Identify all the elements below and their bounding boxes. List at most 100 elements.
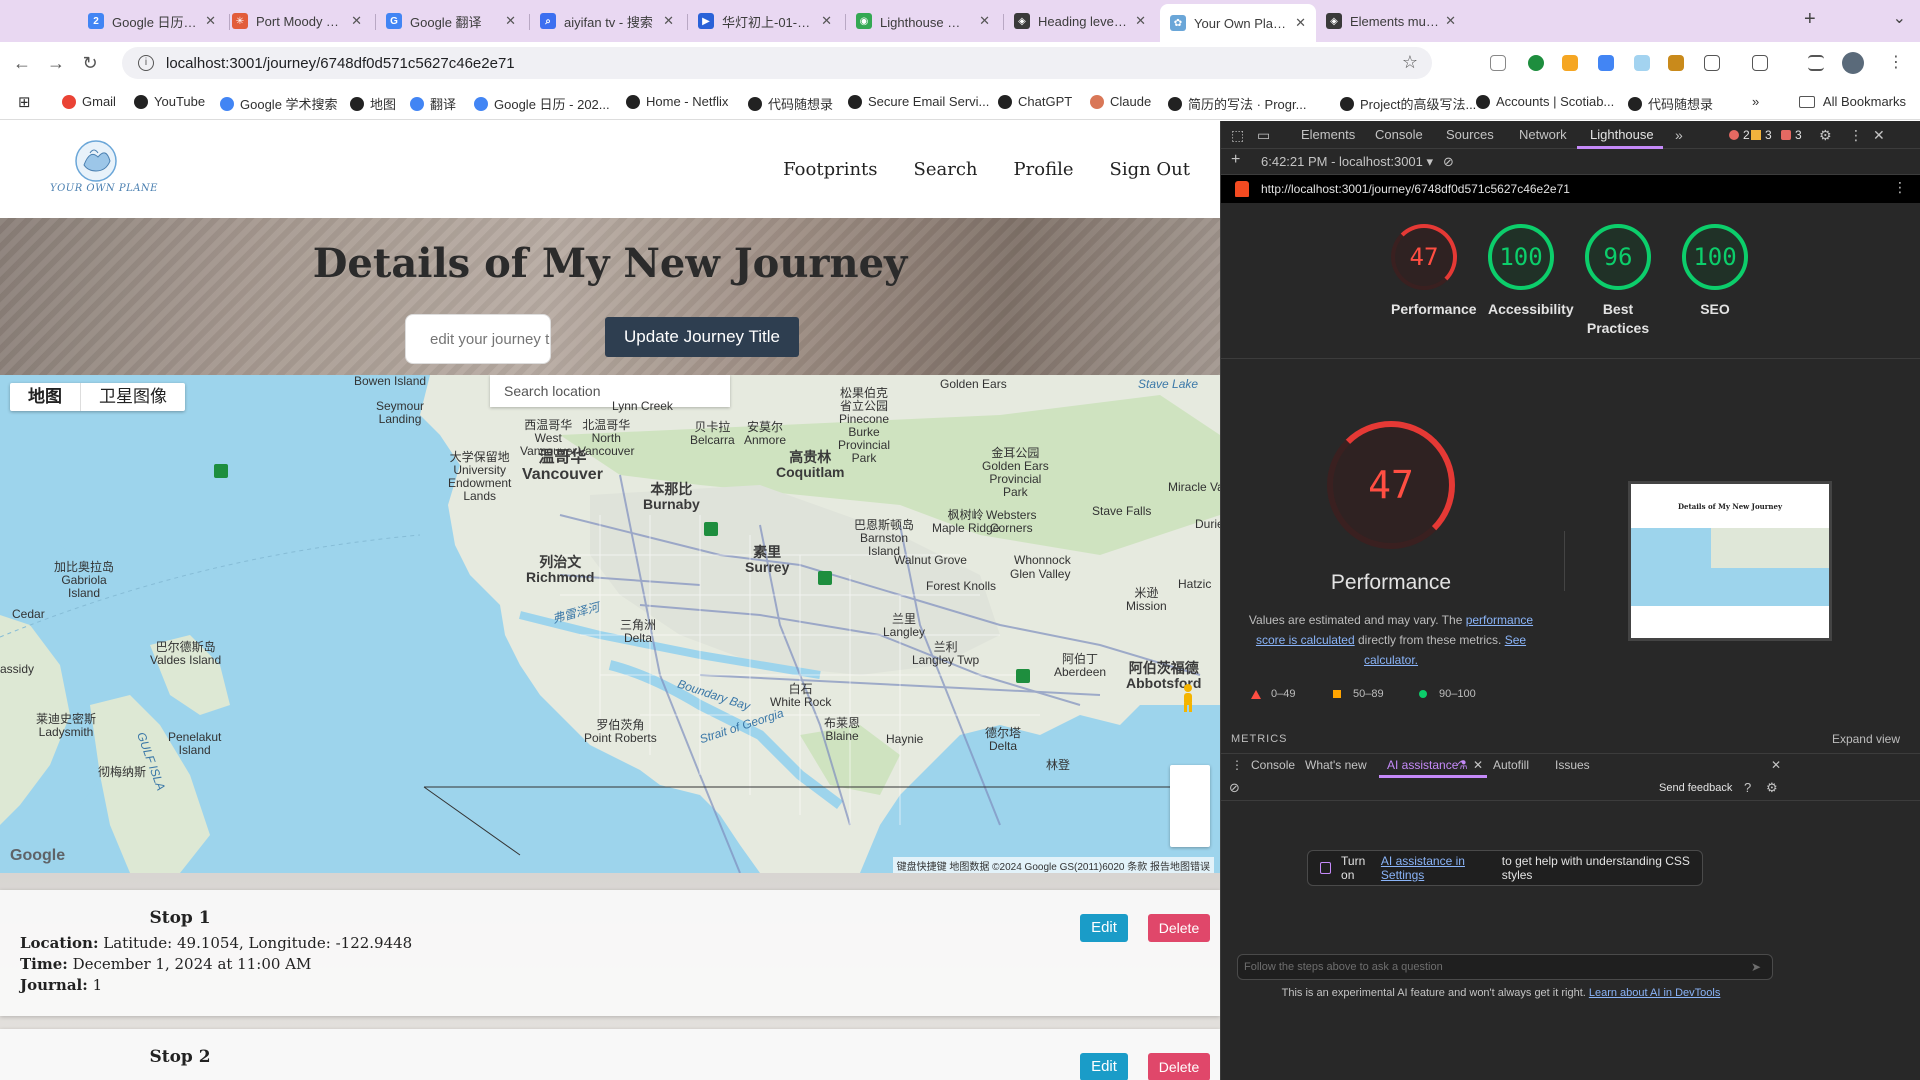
map-place-label[interactable]: Seymour Landing — [376, 400, 424, 426]
extension-icon[interactable] — [1668, 55, 1684, 71]
expand-view-button[interactable]: Expand view — [1832, 732, 1900, 746]
ai-question-input[interactable]: Follow the steps above to ask a question — [1237, 954, 1773, 980]
devtools-tab-sources[interactable]: Sources — [1446, 127, 1494, 142]
map-place-label[interactable]: 罗伯茨角 Point Roberts — [584, 719, 657, 745]
map-search-input[interactable]: Search location — [490, 375, 730, 407]
nav-search-link[interactable]: Search — [914, 159, 978, 180]
browser-menu-icon[interactable]: ⋮ — [1884, 51, 1908, 75]
map-place-label[interactable]: 德尔塔 Delta — [985, 727, 1021, 753]
best-practices-score-gauge[interactable]: 96 Best Practices — [1585, 224, 1651, 338]
map-place-label[interactable]: 列治文 Richmond — [526, 555, 594, 585]
bookmark-item[interactable]: 代码随想录 — [1628, 94, 1713, 113]
browser-tab[interactable]: ✿ Your Own Planet ✕ — [1160, 4, 1316, 42]
journey-title-input[interactable] — [405, 314, 551, 364]
close-tab-icon[interactable]: ✕ — [663, 13, 674, 29]
extensions-puzzle-icon[interactable] — [1704, 55, 1720, 71]
ai-settings-gear-icon[interactable]: ⚙ — [1766, 780, 1778, 796]
map-place-label[interactable]: 三角洲 Delta — [620, 619, 656, 645]
map-place-label[interactable]: Glen Valley — [1010, 568, 1070, 581]
update-journey-title-button[interactable]: Update Journey Title — [605, 317, 799, 357]
apps-grid-icon[interactable]: ⊞ — [18, 93, 31, 111]
delete-stop-button[interactable]: Delete — [1148, 1053, 1210, 1080]
site-info-icon[interactable]: i — [138, 55, 154, 71]
map-place-label[interactable]: 本那比 Burnaby — [643, 482, 700, 512]
back-icon[interactable]: ← — [10, 51, 34, 75]
devtools-tab-lighthouse[interactable]: Lighthouse — [1590, 127, 1654, 142]
bookmark-item[interactable]: Home - Netflix — [626, 94, 728, 109]
extension-grammarly-icon[interactable] — [1528, 55, 1544, 71]
drawer-tab-ai-assistance[interactable]: AI assistance — [1387, 758, 1458, 772]
close-tab-icon[interactable]: ✕ — [1445, 13, 1456, 29]
map-place-label[interactable]: 加比奥拉岛 Gabriola Island — [54, 561, 114, 600]
page-screenshot-thumbnail[interactable]: Details of My New Journey — [1628, 481, 1832, 641]
device-toolbar-icon[interactable]: ▭ — [1257, 127, 1270, 144]
bookmark-item[interactable]: 简历的写法 · Progr... — [1168, 94, 1306, 113]
close-drawer-icon[interactable]: ✕ — [1771, 758, 1781, 772]
bookmark-star-icon[interactable]: ☆ — [1402, 52, 1418, 73]
report-selector[interactable]: 6:42:21 PM - localhost:3001 ▾ — [1261, 154, 1433, 170]
extension-icon[interactable] — [1634, 55, 1650, 71]
extension-honey-icon[interactable] — [1562, 55, 1578, 71]
reading-list-icon[interactable] — [1490, 55, 1506, 71]
map-place-label[interactable]: Whonnock — [1014, 554, 1071, 567]
map-place-label[interactable]: 兰利 Langley Twp — [912, 641, 979, 667]
close-tab-icon[interactable]: ✕ — [821, 13, 832, 29]
map-place-label[interactable]: 松果伯克 省立公园 Pinecone Burke Provincial Park — [838, 387, 890, 465]
clear-reports-icon[interactable]: ⊘ — [1443, 154, 1454, 170]
drawer-tab-autofill[interactable]: Autofill — [1493, 758, 1529, 772]
forward-icon[interactable]: → — [44, 51, 68, 75]
map-place-label[interactable]: Penelakut Island — [168, 731, 221, 757]
devtools-tab-console[interactable]: Console — [1375, 127, 1423, 142]
map-place-label[interactable]: 巴尔德斯岛 Valdes Island — [150, 641, 221, 667]
bookmark-item[interactable]: Google 学术搜索 — [220, 94, 338, 113]
map-place-label[interactable]: 贝卡拉 Belcarra — [690, 421, 735, 447]
browser-tab[interactable]: ◈ Elements must meet m ✕ — [1316, 6, 1466, 36]
map-attribution[interactable]: 键盘快捷键 地图数据 ©2024 Google GS(2011)6020 条款 … — [892, 857, 1214, 873]
nav-profile-link[interactable]: Profile — [1014, 159, 1074, 180]
reload-icon[interactable]: ↻ — [78, 51, 102, 75]
close-tab-icon[interactable]: ✕ — [1295, 15, 1306, 31]
park-marker-icon[interactable] — [818, 571, 832, 585]
map-place-label[interactable]: Stave Lake — [1138, 378, 1198, 391]
send-feedback-button[interactable]: Send feedback — [1659, 782, 1732, 794]
delete-stop-button[interactable]: Delete — [1148, 914, 1210, 942]
bookmark-item[interactable]: Project的高级写法... — [1340, 94, 1476, 113]
devtools-tab-elements[interactable]: Elements — [1301, 127, 1355, 142]
send-icon[interactable]: ➤ — [1751, 960, 1761, 974]
accessibility-score-gauge[interactable]: 100 Accessibility — [1488, 224, 1574, 319]
map-place-label[interactable]: 白石 White Rock — [770, 683, 831, 709]
map-type-map-button[interactable]: 地图 — [10, 383, 81, 411]
map-place-label[interactable]: Lynn Creek — [612, 400, 673, 413]
performance-score-gauge[interactable]: 47 Performance — [1391, 224, 1477, 319]
map-place-label[interactable]: Golden Ears — [940, 378, 1007, 391]
devtools-menu-icon[interactable]: ⋮ — [1849, 127, 1863, 144]
map-place-label[interactable]: Durie — [1195, 518, 1220, 531]
more-tabs-icon[interactable]: » — [1675, 127, 1683, 143]
tab-search-icon[interactable]: ⌄ — [1893, 8, 1906, 28]
devtools-tab-network[interactable]: Network — [1519, 127, 1567, 142]
new-report-icon[interactable]: + — [1231, 151, 1240, 169]
all-bookmarks-button[interactable]: All Bookmarks — [1798, 94, 1906, 109]
map-place-label[interactable]: 高贵林 Coquitlam — [776, 450, 844, 480]
map-place-label[interactable]: 彻梅纳斯 — [98, 766, 146, 779]
close-ai-tab-icon[interactable]: ✕ — [1473, 758, 1483, 772]
browser-tab[interactable]: ◈ Heading levels should ✕ — [1004, 6, 1156, 36]
drawer-menu-icon[interactable]: ⋮ — [1231, 758, 1243, 772]
issues-count-badge[interactable]: 3 — [1781, 128, 1802, 142]
clear-chat-icon[interactable]: ⊘ — [1229, 780, 1240, 796]
bookmark-item[interactable]: Claude — [1090, 94, 1151, 109]
map-place-label[interactable]: 米逊 Mission — [1126, 587, 1167, 613]
map-place-label[interactable]: 布莱恩 Blaine — [824, 717, 860, 743]
map-place-label[interactable]: 素里 Surrey — [745, 545, 789, 575]
nav-footprints-link[interactable]: Footprints — [783, 159, 877, 180]
bookmarks-overflow-icon[interactable]: » — [1752, 94, 1759, 109]
street-view-pegman-icon[interactable] — [1180, 683, 1196, 713]
profile-avatar[interactable] — [1842, 52, 1864, 74]
bookmark-item[interactable]: Accounts | Scotiab... — [1476, 94, 1614, 109]
drawer-tab-whats-new[interactable]: What's new — [1305, 758, 1367, 772]
edit-stop-button[interactable]: Edit — [1080, 914, 1128, 942]
bookmark-item[interactable]: Gmail — [62, 94, 116, 109]
drawer-tab-issues[interactable]: Issues — [1555, 758, 1590, 772]
bookmark-item[interactable]: 翻译 — [410, 94, 456, 113]
close-tab-icon[interactable]: ✕ — [351, 13, 362, 29]
